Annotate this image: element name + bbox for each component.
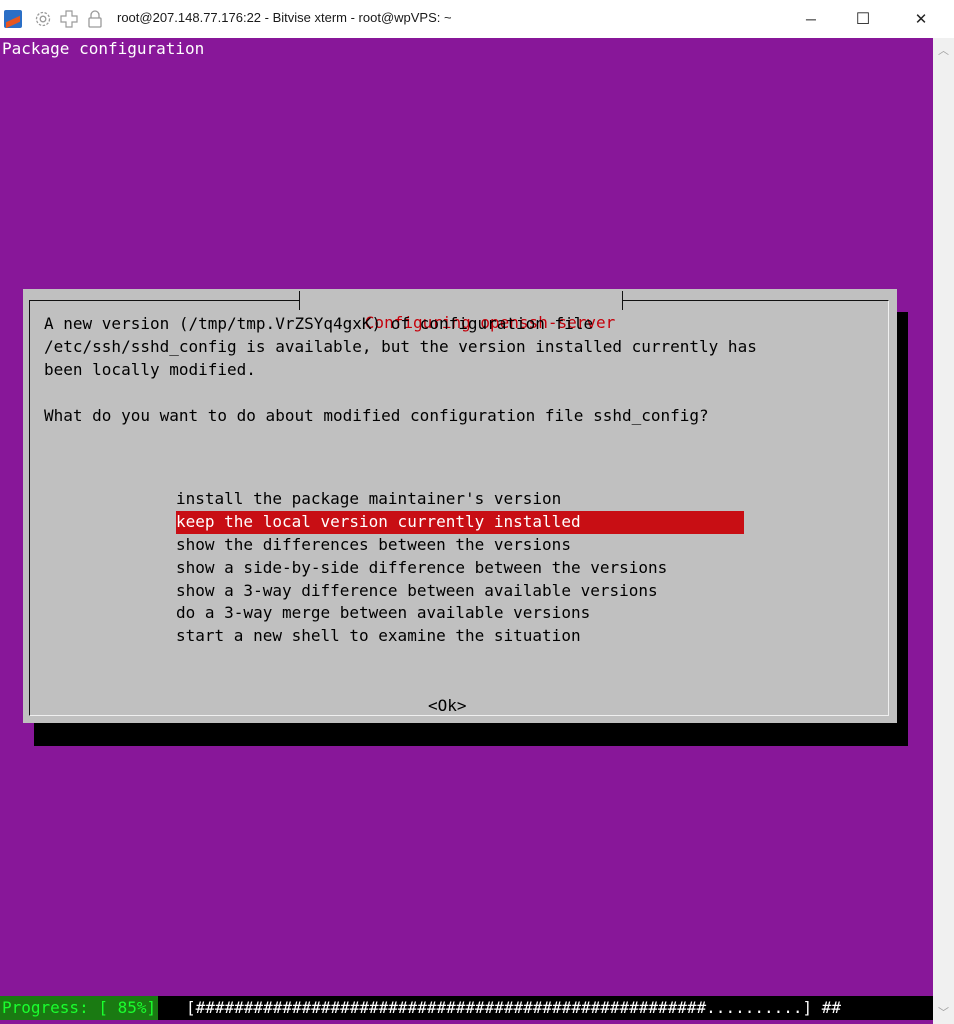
app-icon[interactable] (4, 10, 22, 28)
progress-bar: [#######################################… (186, 998, 842, 1017)
scroll-up-icon[interactable]: ︿ (938, 42, 949, 58)
terminal-screen[interactable]: Package configuration Configuring openss… (0, 38, 933, 1024)
menu-item-keep-local-version[interactable]: keep the local version currently install… (176, 510, 744, 534)
close-button[interactable]: ✕ (896, 0, 946, 38)
lock-icon[interactable] (86, 10, 104, 28)
settings-icon[interactable] (34, 10, 52, 28)
menu-item-show-differences[interactable]: show the differences between the version… (176, 534, 744, 557)
dialog-message-line: /etc/ssh/sshd_config is available, but t… (44, 337, 757, 356)
minimize-button[interactable]: ─ (786, 0, 836, 38)
window-titlebar: root@207.148.77.176:22 - Bitvise xterm -… (0, 0, 954, 38)
menu-item-3way-difference[interactable]: show a 3-way difference between availabl… (176, 580, 744, 603)
dialog-question: What do you want to do about modified co… (44, 406, 709, 425)
options-menu: install the package maintainer's version… (176, 488, 744, 648)
progress-row: Progress: [ 85%] [######################… (0, 996, 933, 1020)
maximize-button[interactable]: ☐ (838, 0, 888, 38)
menu-item-side-by-side-difference[interactable]: show a side-by-side difference between t… (176, 557, 744, 580)
ok-button[interactable]: <Ok> (428, 695, 467, 718)
package-configuration-header: Package configuration (2, 39, 205, 58)
dialog-message-line: been locally modified. (44, 360, 256, 379)
minimize-icon: ─ (806, 11, 816, 27)
dialog-title: Configuring openssh-server (299, 289, 624, 332)
window-title: root@207.148.77.176:22 - Bitvise xterm -… (117, 10, 452, 25)
close-icon: ✕ (914, 11, 928, 28)
scroll-down-icon[interactable]: ﹀ (938, 1004, 949, 1020)
vertical-scrollbar[interactable]: ︿ ﹀ (933, 38, 954, 1024)
progress-label: Progress: [ 85%] (0, 996, 159, 1020)
new-window-icon[interactable] (60, 10, 78, 28)
configure-dialog: Configuring openssh-server A new version… (23, 289, 897, 723)
menu-item-install-maintainer-version[interactable]: install the package maintainer's version (176, 488, 744, 511)
dialog-message-line: A new version (/tmp/tmp.VrZSYq4gxK) of c… (44, 314, 594, 333)
menu-item-3way-merge[interactable]: do a 3-way merge between available versi… (176, 602, 744, 625)
menu-item-start-new-shell[interactable]: start a new shell to examine the situati… (176, 625, 744, 648)
maximize-icon: ☐ (855, 11, 871, 28)
